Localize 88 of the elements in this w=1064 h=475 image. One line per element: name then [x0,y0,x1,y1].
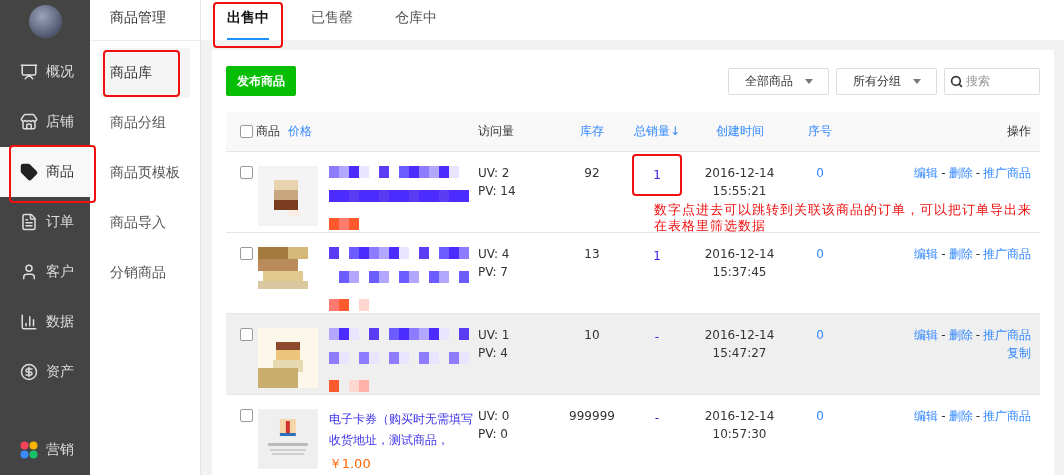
filter-dropdown[interactable]: 全部商品 [728,67,829,95]
separator-text: - [941,408,946,425]
checkbox[interactable] [239,125,253,138]
stock-count: 999999 [569,408,615,425]
caret-icon [804,78,813,84]
document-icon [20,213,38,231]
checkbox[interactable] [239,328,253,341]
column-header: 访问量 [478,123,514,140]
sales-count[interactable]: - [633,316,681,358]
stock-count: 10 [584,327,600,344]
tab[interactable]: 已售罄 [311,0,353,40]
sidebar-item[interactable]: 数据 [0,297,90,347]
sort-number: 0 [816,327,824,344]
store-icon [20,113,38,131]
action-link[interactable]: 删除 [948,164,973,182]
subnav-item[interactable]: 分销商品 [100,248,190,298]
action-link[interactable]: 编辑 [914,245,939,263]
bar-chart-icon [20,313,38,331]
checkbox[interactable] [239,409,253,422]
action-link[interactable]: 推广商品 [983,407,1031,425]
filter-dropdown[interactable]: 所有分组 [836,67,937,95]
subnav-item[interactable]: 商品分组 [100,98,190,148]
subnav-item[interactable]: 商品页模板 [100,148,190,198]
column-header: 商品 [256,123,280,140]
separator-text: - [941,246,946,263]
pv-count: PV: 7 [478,264,508,281]
sidebar-item[interactable]: 订单 [0,197,90,247]
separator-text: - [975,246,980,263]
search-icon [950,74,963,88]
subnav-item[interactable]: 商品导入 [100,198,190,248]
created-time: 10:57:30 [712,426,767,443]
sort-number: 0 [816,165,824,182]
created-date: 2016-12-14 [704,327,775,344]
separator-text: - [975,165,980,182]
avatar[interactable] [28,5,62,38]
uv-count: UV: 4 [478,246,510,263]
sidebar-item[interactable]: 资产 [0,347,90,397]
sales-count[interactable]: 1 [632,154,682,196]
uv-count: UV: 0 [478,408,510,425]
separator-text: - [975,408,980,425]
user-icon [20,263,38,281]
sidebar-item[interactable]: 概况 [0,47,90,97]
sidebar-item[interactable]: 客户 [0,247,90,297]
pv-count: PV: 4 [478,345,508,362]
sidebar-item[interactable]: 营销 [0,425,90,475]
checkbox[interactable] [239,166,253,179]
tag-icon [20,163,38,181]
created-date: 2016-12-14 [704,246,775,263]
pv-count: PV: 14 [478,183,516,200]
sales-count[interactable]: 1 [632,235,682,277]
section-title: 商品管理 [90,0,200,41]
coin-icon [20,363,38,381]
sidebar-item[interactable]: 店铺 [0,97,90,147]
tab[interactable]: 出售中 [227,0,269,40]
action-link[interactable]: 推广商品 [983,245,1031,263]
pv-count: PV: 0 [478,426,508,443]
created-time: 15:55:21 [712,183,767,200]
stock-count: 13 [584,246,600,263]
caret-icon [912,78,921,84]
action-link[interactable]: 删除 [948,245,973,263]
sidebar-item[interactable]: 商品 [0,147,90,197]
colorful-grid-icon [20,441,38,459]
annotation-note: 数字点进去可以跳转到关联该商品的订单，可以把订单导出来在表格里筛选数据 [654,202,1033,234]
created-date: 2016-12-14 [704,408,775,425]
search-field[interactable]: 搜索 [944,67,1040,95]
checkbox[interactable] [239,247,253,260]
created-date: 2016-12-14 [704,165,775,182]
sort-number: 0 [816,246,824,263]
created-time: 15:47:27 [712,345,767,362]
sales-count[interactable]: - [633,397,681,439]
price-text: ￥1.00 [328,455,372,473]
action-link[interactable]: 编辑 [914,407,939,425]
action-link[interactable]: 编辑 [914,164,939,182]
uv-count: UV: 2 [478,165,510,182]
action-link[interactable]: 删除 [948,407,973,425]
tab[interactable]: 仓库中 [395,0,437,40]
subnav-item[interactable]: 商品库 [100,48,190,98]
separator-text: - [941,327,946,344]
product-title-link[interactable]: 电子卡券（购买时无需填写收货地址，测试商品， [328,409,478,451]
sort-number: 0 [816,408,824,425]
action-link[interactable]: 推广商品 [983,164,1031,182]
created-time: 15:37:45 [712,264,767,281]
uv-count: UV: 1 [478,327,510,344]
separator-text: - [941,165,946,182]
column-header: 操作 [1007,123,1031,140]
stock-count: 92 [584,165,600,182]
separator-text: - [975,327,980,344]
presentation-icon [20,63,38,81]
